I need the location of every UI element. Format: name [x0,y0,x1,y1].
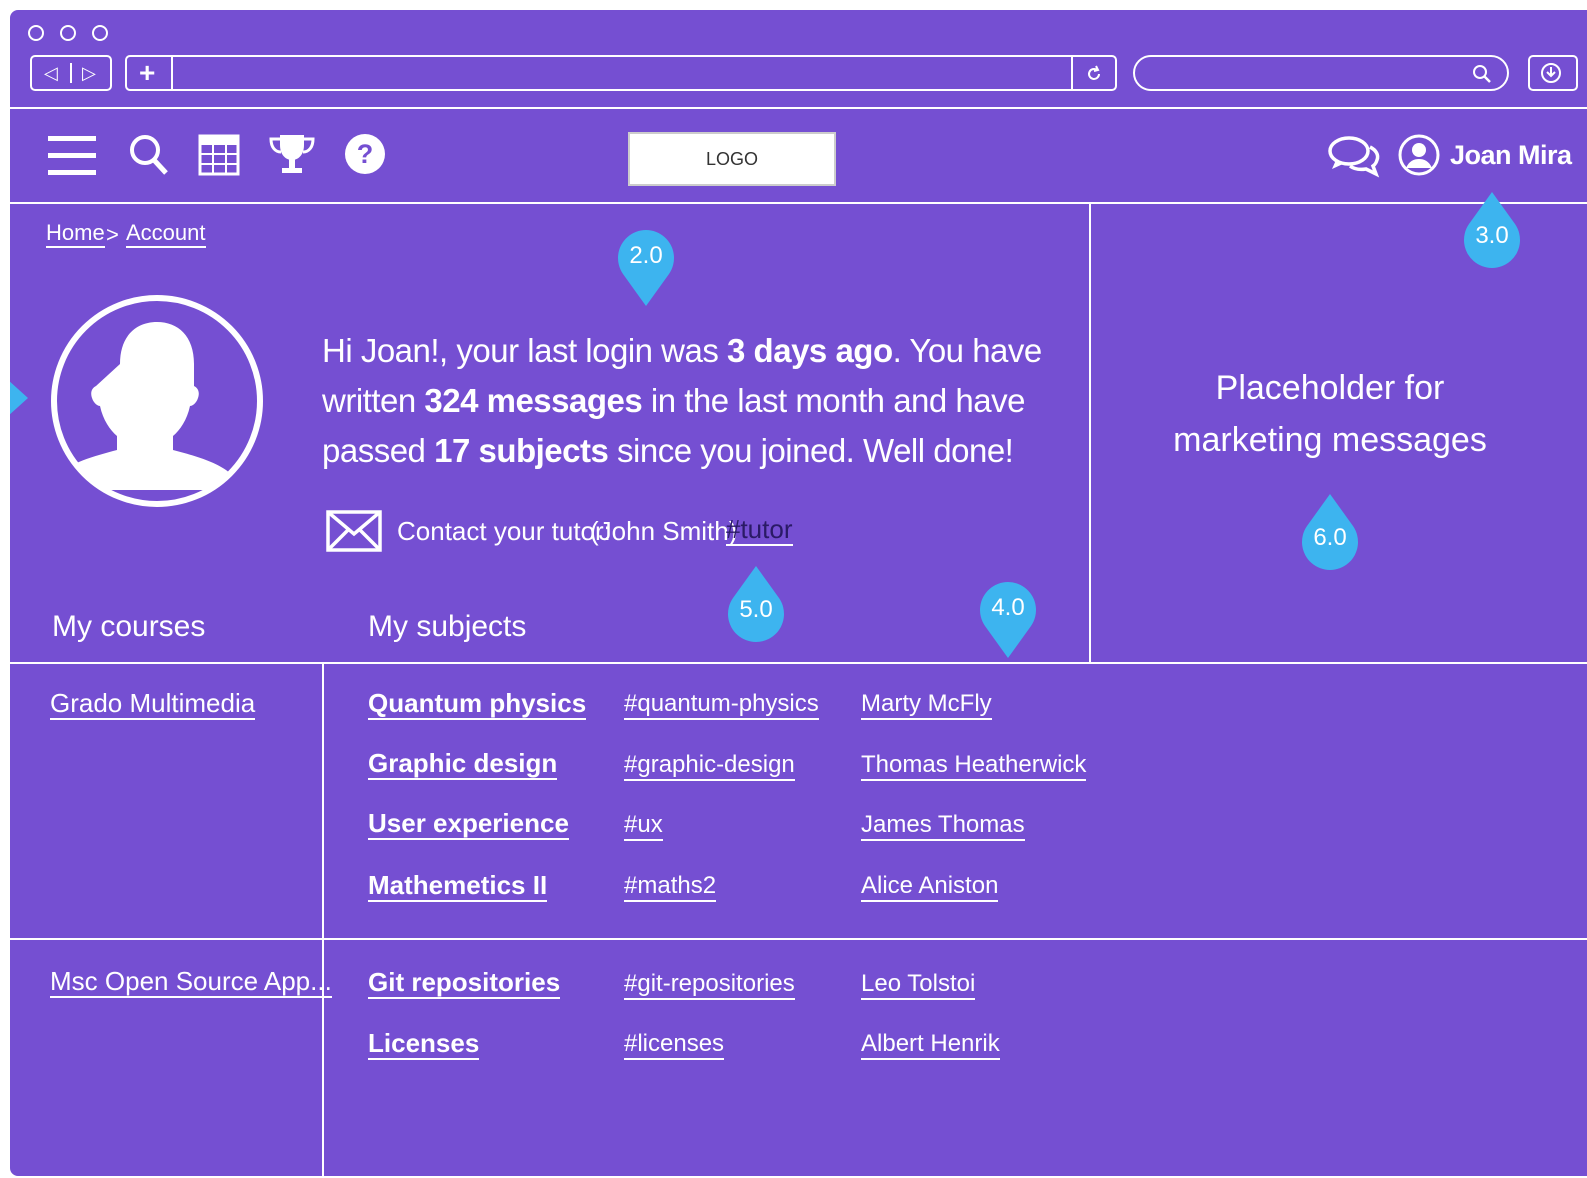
annotation-pin-4: 4.0 [978,582,1038,662]
chat-icon[interactable] [1328,134,1382,178]
my-courses-title: My courses [52,610,206,643]
annotation-pin-2: 2.0 [616,230,676,310]
subject-tutor-link[interactable]: Thomas Heatherwick [861,753,1087,781]
course-row-divider [10,938,1587,940]
tutor-label: Contact your tutor: [397,516,611,546]
subject-tutor-link[interactable]: Albert Henrik [861,1032,1000,1060]
user-name[interactable]: Joan Mira [1450,140,1572,171]
annotation-pin-3: 3.0 [1462,188,1522,268]
subject-link[interactable]: Licenses [368,1030,480,1060]
back-button[interactable]: ◁ [44,63,58,84]
courses-column-divider [322,662,324,1176]
carousel-pointer [10,380,28,416]
subject-link[interactable]: Git repositories [368,969,561,999]
svg-text:?: ? [357,139,374,169]
subject-tag-link[interactable]: #git-repositories [624,972,795,1000]
breadcrumb-separator: > [106,222,119,247]
mail-icon[interactable] [326,510,382,552]
breadcrumb-account[interactable]: Account [126,222,206,248]
window-close-dot[interactable] [28,25,44,41]
browser-window: ◁ ▷ + ? LOGO Joan Mira Home > Account Hi… [8,8,1587,1178]
address-bar[interactable]: + [125,55,1117,91]
subject-tag-link[interactable]: #quantum-physics [624,692,819,720]
logo[interactable]: LOGO [628,132,836,186]
annotation-pin-5: 5.0 [726,562,786,642]
breadcrumb-home[interactable]: Home [46,222,105,248]
download-icon [1540,62,1562,84]
download-button[interactable] [1528,55,1578,91]
search-icon[interactable] [1471,63,1493,85]
header-divider [10,202,1587,204]
section-divider [10,662,1587,664]
welcome-message: Hi Joan!, your last login was 3 days ago… [322,332,1042,469]
refresh-icon[interactable] [1083,63,1105,85]
messages-count: 324 messages [424,382,643,419]
subject-tag-link[interactable]: #ux [624,813,663,841]
grid-icon[interactable] [198,134,242,178]
trophy-icon[interactable] [268,132,316,178]
subject-tutor-link[interactable]: Leo Tolstoi [861,972,976,1000]
subject-tag-link[interactable]: #licenses [624,1032,725,1060]
last-login-value: 3 days ago [727,332,893,369]
subject-link[interactable]: Quantum physics [368,690,587,720]
subject-link[interactable]: Graphic design [368,750,558,780]
subject-link[interactable]: Mathemetics II [368,872,548,902]
subject-tutor-link[interactable]: Marty McFly [861,692,992,720]
avatar[interactable] [50,294,264,508]
menu-icon[interactable] [48,134,98,178]
tutor-tag-link[interactable]: #tutor [726,516,793,546]
search-icon[interactable] [129,134,171,178]
my-subjects-title: My subjects [368,610,527,643]
course-link[interactable]: Grado Multimedia [50,690,256,720]
browser-search-bar[interactable] [1133,55,1509,91]
window-maximize-dot[interactable] [92,25,108,41]
subjects-count: 17 subjects [434,432,609,469]
toolbar-divider [10,107,1587,109]
course-link[interactable]: Msc Open Source App... [50,968,332,998]
help-icon[interactable]: ? [344,132,388,176]
subject-tutor-link[interactable]: James Thomas [861,813,1025,841]
new-tab-button[interactable]: + [139,57,155,89]
user-icon[interactable] [1398,134,1440,176]
marketing-placeholder: Placeholder for marketing messages [1173,369,1487,459]
annotation-pin-6: 6.0 [1300,490,1360,570]
forward-button[interactable]: ▷ [82,63,96,84]
window-minimize-dot[interactable] [60,25,76,41]
sidebar-divider [1089,202,1091,664]
subject-tag-link[interactable]: #maths2 [624,874,717,902]
tutor-name: (John Smith) [590,516,738,546]
subject-tag-link[interactable]: #graphic-design [624,753,795,781]
subject-link[interactable]: User experience [368,810,569,840]
nav-buttons: ◁ ▷ [30,55,112,91]
subject-tutor-link[interactable]: Alice Aniston [861,874,999,902]
